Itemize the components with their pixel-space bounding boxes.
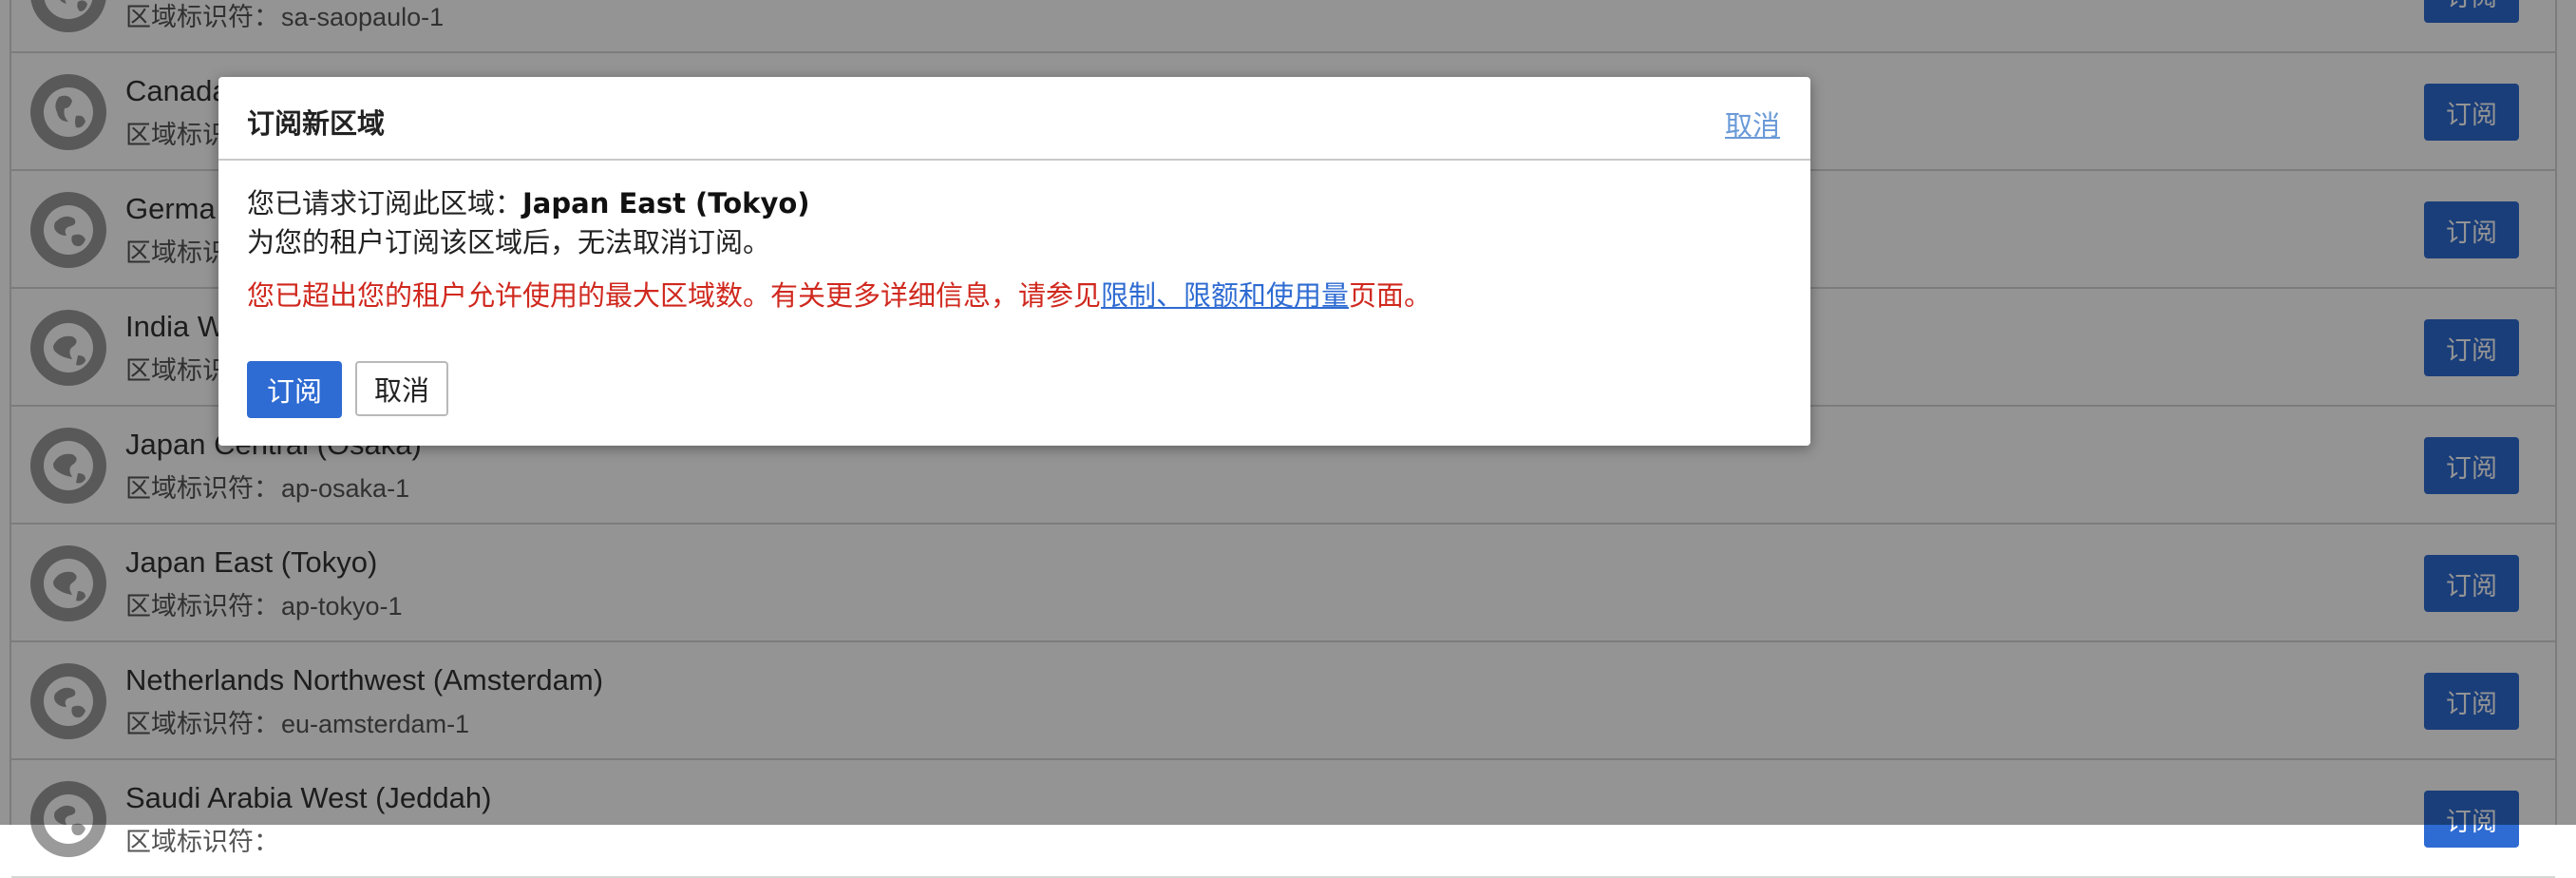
irreversible-note: 为您的租户订阅该区域后，无法取消订阅。 (247, 226, 771, 258)
dialog-close-link[interactable]: 取消 (1725, 104, 1780, 143)
subscribe-region-dialog: 订阅新区域 取消 您已请求订阅此区域：Japan East (Tokyo) 为您… (218, 77, 1810, 446)
cancel-button[interactable]: 取消 (355, 361, 448, 416)
subscribe-button[interactable]: 订阅 (247, 361, 342, 418)
region-identifier: 区域标识符： (125, 828, 279, 856)
request-message: 您已请求订阅此区域：Japan East (Tokyo) (247, 187, 810, 220)
requested-region-name: Japan East (Tokyo) (522, 187, 810, 220)
dialog-title: 订阅新区域 (247, 107, 386, 140)
limit-error-message: 您已超出您的租户允许使用的最大区域数。有关更多详细信息，请参见限制、限额和使用量… (247, 279, 1432, 312)
dialog-header: 订阅新区域 取消 (218, 77, 1810, 161)
limits-quotas-usage-link[interactable]: 限制、限额和使用量 (1101, 279, 1349, 312)
